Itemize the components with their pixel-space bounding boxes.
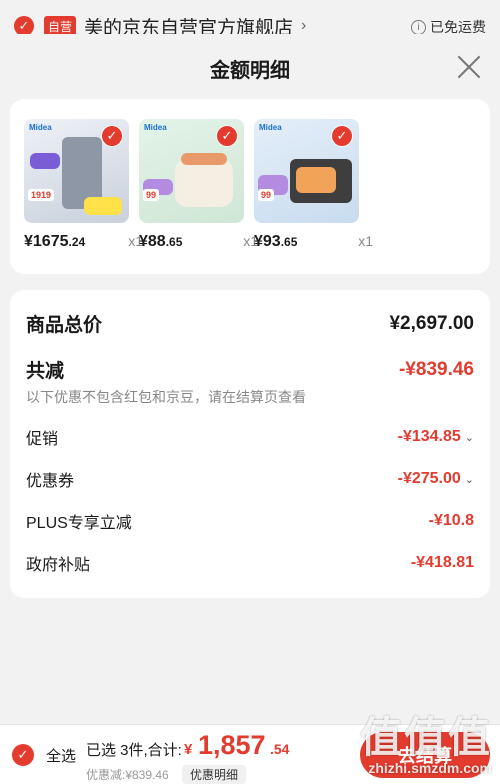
subtotal-label: 商品总价 (26, 315, 103, 336)
total-reduction-value: -¥839.46 (398, 358, 474, 380)
price-summary-card: 商品总价 ¥2,697.00 共减 -¥839.46 以下优惠不包含红包和京豆，… (10, 290, 490, 598)
chevron-right-icon[interactable]: › (301, 17, 306, 35)
discount-note: 以下优惠不包含红包和京豆，请在结算页查看 (26, 389, 306, 405)
total-amount: 1,857 (198, 730, 266, 760)
promotion-value[interactable]: -¥134.85 ⌄ (398, 428, 474, 446)
selected-check-icon[interactable]: ✓ (216, 125, 238, 147)
promotion-row[interactable]: 促销 -¥134.85 ⌄ (26, 425, 474, 449)
total-currency: ¥ (184, 741, 193, 758)
product-thumbnail[interactable]: Midea 99 ✓ (254, 119, 359, 223)
product-list-card: Midea 1919 ✓ ¥1675.24 x1 Midea 99 ✓ ¥88.… (10, 99, 490, 274)
coupon-label: 优惠券 (26, 473, 75, 490)
plus-discount-value: -¥10.8 (428, 512, 474, 529)
subtotal-value: ¥2,697.00 (389, 312, 474, 334)
select-all-label[interactable]: 全选 (46, 745, 76, 766)
product-item[interactable]: Midea 1919 ✓ ¥1675.24 x1 (24, 119, 143, 251)
watermark-logo: 值值值 (359, 714, 492, 761)
product-thumbnail[interactable]: Midea 1919 ✓ (24, 119, 129, 223)
brand-logo: Midea (259, 123, 282, 132)
gov-subsidy-row: 政府补贴 -¥418.81 (26, 551, 474, 575)
promo-price-tag: 1919 (28, 189, 55, 201)
selected-check-icon[interactable]: ✓ (101, 125, 123, 147)
subtotal-row: 商品总价 ¥2,697.00 (26, 310, 474, 337)
sheet-title: 金额明细 (210, 60, 290, 82)
coupon-row[interactable]: 优惠券 -¥275.00 ⌄ (26, 467, 474, 491)
gov-subsidy-label: 政府补贴 (26, 557, 91, 574)
brand-logo: Midea (29, 123, 52, 132)
promo-price-tag: 99 (258, 189, 275, 201)
product-price: ¥1675.24 (24, 233, 86, 250)
select-all-check-icon[interactable]: ✓ (12, 744, 34, 766)
promotion-label: 促销 (26, 431, 59, 448)
gov-subsidy-value: -¥418.81 (410, 554, 474, 571)
plus-discount-row: PLUS专享立减 -¥10.8 (26, 509, 474, 533)
discount-detail-button[interactable]: 优惠明细 (182, 765, 247, 784)
chevron-down-icon[interactable]: ⌄ (465, 474, 474, 486)
product-thumbnail[interactable]: Midea 99 ✓ (139, 119, 244, 223)
discount-summary: 优惠减:¥839.46 (86, 768, 169, 782)
total-reduction-row: 共减 -¥839.46 (26, 356, 474, 383)
plus-discount-label: PLUS专享立减 (26, 515, 132, 532)
coupon-value[interactable]: -¥275.00 ⌄ (398, 470, 474, 488)
total-amount-decimal: .54 (270, 741, 290, 757)
selected-check-icon[interactable]: ✓ (331, 125, 353, 147)
close-icon[interactable] (456, 54, 482, 80)
watermark: 值值值 zhizhi.smzdm.com (359, 714, 492, 777)
product-item[interactable]: Midea 99 ✓ ¥93.65 x1 (254, 119, 373, 251)
product-quantity: x1 (358, 233, 373, 249)
amount-detail-sheet: 金额明细 Midea 1919 ✓ ¥1675.24 x1 Midea 99 ✓… (0, 34, 500, 784)
chevron-down-icon[interactable]: ⌄ (465, 432, 474, 444)
watermark-url: zhizhi.smzdm.com (368, 760, 492, 776)
total-reduction-label: 共减 (26, 361, 65, 382)
selected-count-text: 已选 3件,合计: (86, 742, 182, 759)
product-price: ¥88.65 (139, 233, 183, 250)
product-price: ¥93.65 (254, 233, 298, 250)
promo-price-tag: 99 (143, 189, 160, 201)
store-check-icon[interactable]: ✓ (14, 16, 34, 36)
info-icon[interactable]: i (411, 19, 426, 35)
brand-logo: Midea (144, 123, 167, 132)
product-item[interactable]: Midea 99 ✓ ¥88.65 x1 (139, 119, 258, 251)
